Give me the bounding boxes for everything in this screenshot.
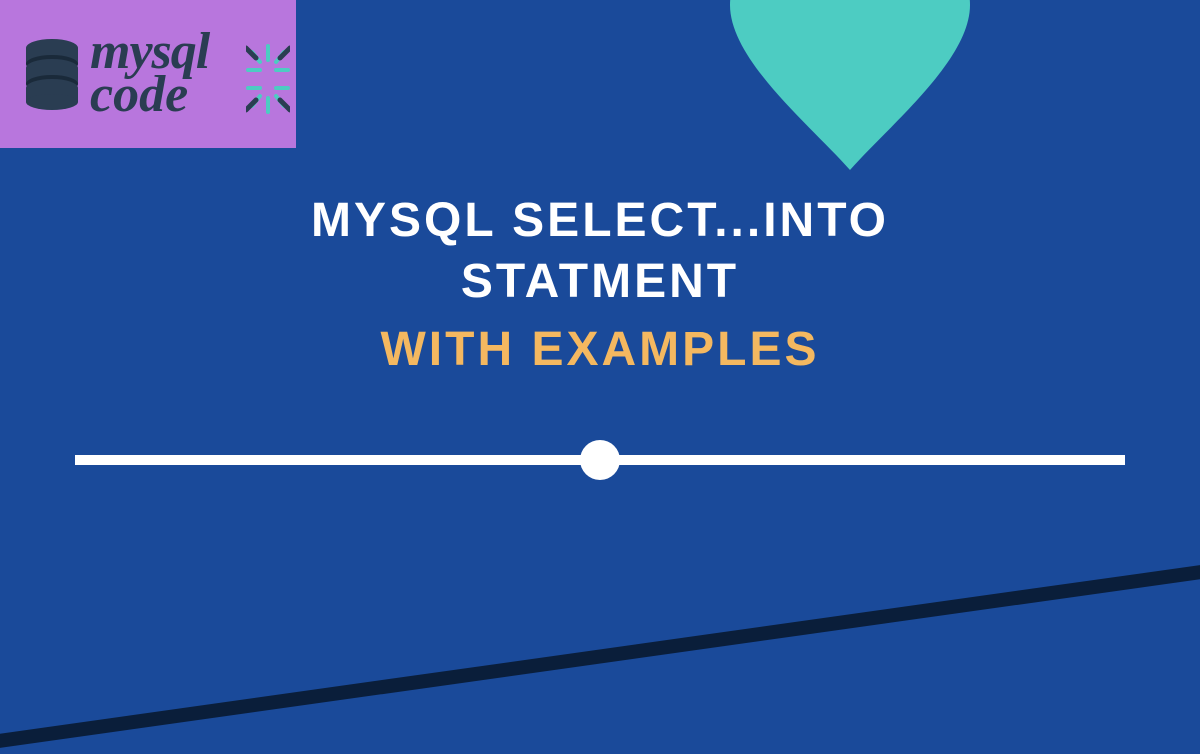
- divider-line-right: [616, 455, 1125, 465]
- divider-dot: [580, 440, 620, 480]
- divider: [75, 440, 1125, 480]
- title-subtitle: WITH EXAMPLES: [150, 319, 1050, 381]
- logo-text: mysql code: [90, 31, 209, 116]
- title-line1: MYSQL SELECT...INTO: [150, 190, 1050, 251]
- title-line2: STATMENT: [150, 251, 1050, 312]
- title-block: MYSQL SELECT...INTO STATMENT WITH EXAMPL…: [150, 190, 1050, 381]
- database-icon: [24, 38, 80, 110]
- heart-decoration: [720, 0, 980, 180]
- logo-container: mysql code: [0, 0, 296, 148]
- divider-line-left: [75, 455, 584, 465]
- spark-icon: [246, 44, 290, 114]
- logo-line2: code: [90, 74, 209, 117]
